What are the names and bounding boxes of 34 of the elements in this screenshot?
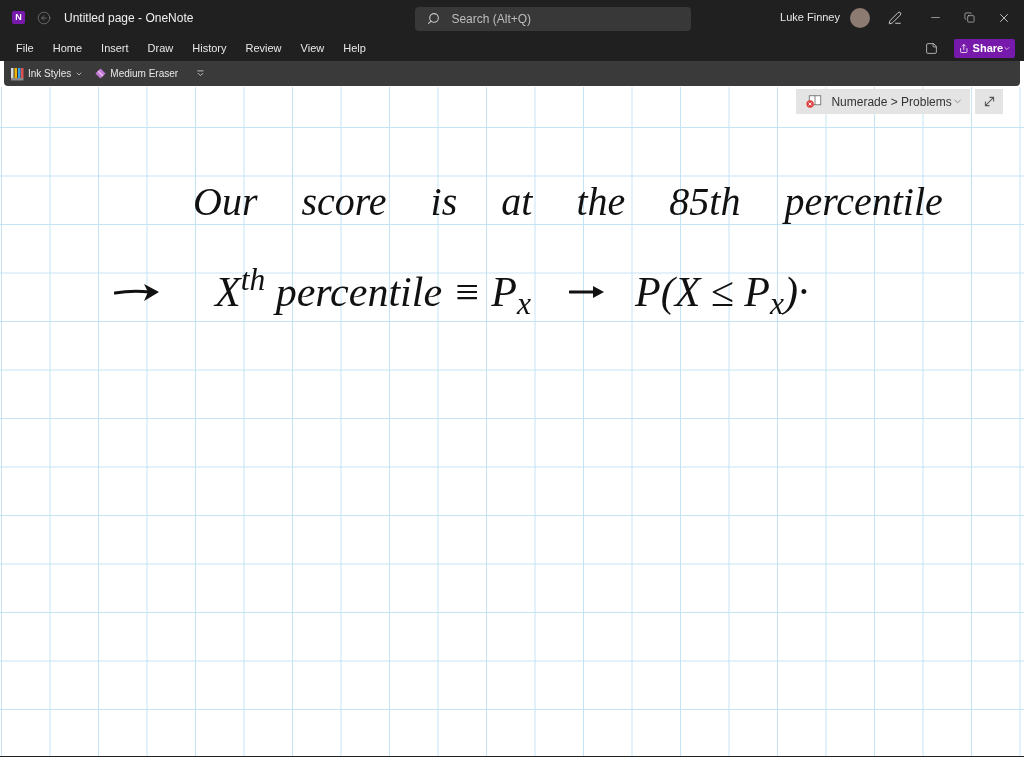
share-icon — [959, 42, 969, 54]
menu-tab[interactable]: View — [300, 42, 325, 54]
restore-icon — [963, 12, 975, 23]
handwritten-heading: Our score is at the 85th percentile — [193, 178, 944, 226]
page-icon[interactable] — [925, 41, 938, 55]
arrow-icon — [569, 285, 605, 299]
menu-tab[interactable]: History — [192, 42, 227, 54]
share-label: Share — [972, 40, 1004, 56]
user-name: Luke Finney — [780, 10, 840, 26]
menu-tab[interactable]: Help — [343, 42, 366, 54]
user-avatar[interactable] — [850, 7, 870, 28]
overflow-caret-icon — [196, 70, 204, 77]
menu-tab[interactable]: Home — [52, 42, 83, 54]
notebook-location-button[interactable]: Numerade > Problems — [796, 89, 970, 114]
arrow-icon — [114, 281, 160, 303]
window-title: Untitled page - OneNote — [64, 9, 194, 27]
handwritten-formula: X$^{th}$ percentile ≡ P$_{x}$ — [215, 264, 531, 320]
ink-styles-button[interactable]: Ink Styles — [10, 66, 84, 81]
colored-pens-icon — [10, 66, 24, 81]
menu-tab[interactable]: Insert — [101, 42, 129, 54]
menu-tab[interactable]: Draw — [147, 42, 174, 54]
handwritten-formula: P(X ≤ P$_{x}$)· — [635, 268, 809, 320]
search-icon — [427, 11, 441, 25]
eraser-icon — [95, 68, 107, 79]
expand-button[interactable] — [975, 89, 1003, 114]
menu-tab[interactable]: Review — [245, 42, 282, 54]
share-button[interactable]: Share — [954, 38, 1015, 58]
menu-tab[interactable]: File — [16, 42, 34, 54]
app-logo: N — [12, 11, 25, 24]
pen-icon — [888, 10, 902, 25]
expand-icon — [983, 96, 995, 107]
notebook-error-icon — [806, 94, 823, 109]
search-field[interactable]: Search (Alt+Q) — [415, 6, 692, 31]
eraser-button[interactable]: Medium Eraser — [95, 66, 179, 81]
